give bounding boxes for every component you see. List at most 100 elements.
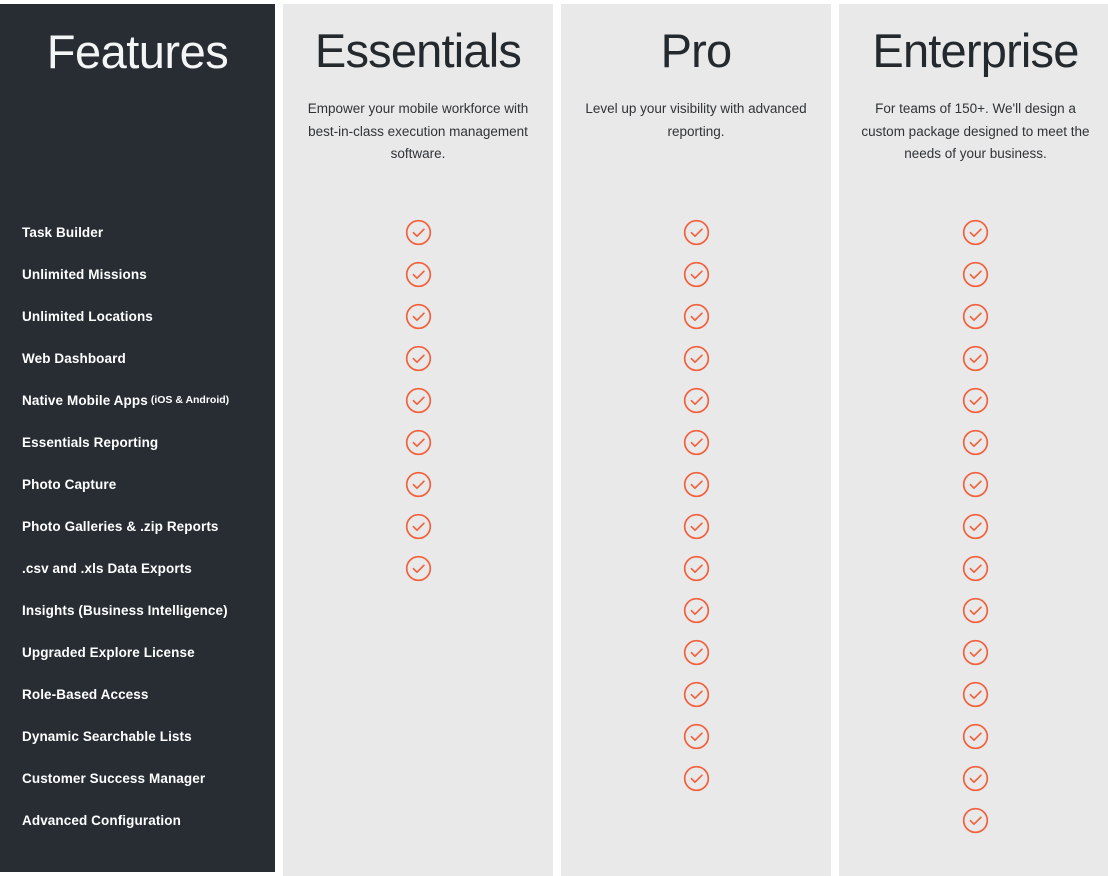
feature-row: Dynamic Searchable Lists	[0, 715, 275, 757]
plan-feature-cell	[283, 547, 553, 589]
plan-feature-cell	[561, 799, 831, 841]
feature-label-sub: (iOS & Android)	[150, 394, 230, 406]
check-circle-icon	[962, 219, 989, 245]
plan-feature-cell	[283, 337, 553, 379]
plan-feature-cell	[561, 379, 831, 421]
feature-label: Role-Based Access	[22, 686, 149, 702]
plan-feature-cell	[283, 379, 553, 421]
plan-checks-essentials	[283, 211, 553, 841]
check-circle-icon	[405, 345, 431, 371]
plan-feature-cell	[283, 673, 553, 715]
feature-label: Unlimited Locations	[22, 308, 153, 324]
check-circle-icon	[962, 471, 989, 497]
plan-feature-cell	[839, 673, 1108, 715]
pricing-comparison-table: Features Task Builder Unlimited Missions U…	[0, 0, 1108, 876]
plan-feature-cell	[839, 799, 1108, 841]
check-circle-icon	[962, 765, 989, 791]
feature-label: Customer Success Manager	[22, 770, 206, 786]
check-circle-icon	[683, 513, 709, 539]
plan-feature-cell	[283, 295, 553, 337]
plan-title-essentials: Essentials	[314, 24, 522, 77]
plan-column-essentials: Essentials Empower your mobile workforce…	[283, 4, 553, 876]
check-circle-icon	[962, 807, 989, 833]
features-list: Task Builder Unlimited Missions Unlimited …	[0, 211, 275, 841]
feature-label: Insights (Business Intelligence)	[22, 602, 228, 618]
feature-label: Advanced Configuration	[22, 812, 181, 828]
plan-feature-cell	[839, 337, 1108, 379]
plan-feature-cell	[283, 463, 553, 505]
check-circle-icon	[962, 345, 989, 371]
plan-feature-cell	[283, 505, 553, 547]
check-circle-icon	[405, 303, 431, 329]
check-circle-icon	[962, 429, 989, 455]
feature-row: Web Dashboard	[0, 337, 275, 379]
feature-row: Unlimited Locations	[0, 295, 275, 337]
feature-row: Photo Galleries & .zip Reports	[0, 505, 275, 547]
check-circle-icon	[683, 345, 709, 371]
feature-label: Essentials Reporting	[22, 434, 159, 450]
feature-row: Upgraded Explore License	[0, 631, 275, 673]
plan-feature-cell	[283, 211, 553, 253]
plan-feature-cell	[283, 799, 553, 841]
feature-label: Native Mobile Apps	[22, 392, 148, 408]
check-circle-icon	[405, 261, 431, 287]
feature-row: Essentials Reporting	[0, 421, 275, 463]
check-circle-icon	[683, 471, 709, 497]
plan-feature-cell	[561, 589, 831, 631]
feature-row: Role-Based Access	[0, 673, 275, 715]
check-circle-icon	[405, 219, 431, 245]
plan-feature-cell	[283, 589, 553, 631]
check-circle-icon	[962, 681, 989, 707]
feature-row: .csv and .xls Data Exports	[0, 547, 275, 589]
plan-feature-cell	[839, 421, 1108, 463]
plan-feature-cell	[561, 631, 831, 673]
check-circle-icon	[962, 513, 989, 539]
feature-label: Photo Capture	[22, 476, 117, 492]
plan-feature-cell	[561, 505, 831, 547]
feature-row: Insights (Business Intelligence)	[0, 589, 275, 631]
feature-row: Customer Success Manager	[0, 757, 275, 799]
check-circle-icon	[962, 303, 989, 329]
plan-feature-cell	[561, 295, 831, 337]
plan-feature-cell	[283, 421, 553, 463]
feature-label: Photo Galleries & .zip Reports	[22, 518, 219, 534]
feature-row: Task Builder	[0, 211, 275, 253]
feature-label: Web Dashboard	[22, 350, 126, 366]
feature-label: Task Builder	[22, 224, 104, 240]
plan-feature-cell	[839, 631, 1108, 673]
check-circle-icon	[962, 261, 989, 287]
plan-feature-cell	[561, 211, 831, 253]
plan-feature-cell	[561, 337, 831, 379]
features-column: Features Task Builder Unlimited Missions U…	[0, 4, 275, 872]
plan-feature-cell	[839, 253, 1108, 295]
check-circle-icon	[405, 387, 431, 413]
feature-row: Advanced Configuration	[0, 799, 275, 841]
check-circle-icon	[405, 471, 431, 497]
plan-feature-cell	[839, 547, 1108, 589]
plan-feature-cell	[839, 715, 1108, 757]
features-column-title: Features	[46, 25, 229, 78]
feature-row: Unlimited Missions	[0, 253, 275, 295]
check-circle-icon	[962, 555, 989, 581]
plan-title-enterprise: Enterprise	[872, 24, 1079, 77]
check-circle-icon	[405, 429, 431, 455]
plan-feature-cell	[839, 379, 1108, 421]
plan-feature-cell	[561, 757, 831, 799]
feature-label: .csv and .xls Data Exports	[22, 560, 192, 576]
plan-feature-cell	[283, 757, 553, 799]
plan-feature-cell	[561, 463, 831, 505]
check-circle-icon	[683, 303, 709, 329]
plan-checks-pro	[561, 211, 831, 841]
check-circle-icon	[683, 639, 709, 665]
feature-label: Upgraded Explore License	[22, 644, 195, 660]
check-circle-icon	[683, 219, 709, 245]
plan-column-pro: Pro Level up your visibility with advanc…	[561, 4, 831, 876]
plan-feature-cell	[561, 673, 831, 715]
plan-feature-cell	[283, 715, 553, 757]
plan-feature-cell	[839, 295, 1108, 337]
check-circle-icon	[683, 765, 709, 791]
plan-description-essentials: Empower your mobile workforce with best-…	[307, 101, 529, 162]
plan-feature-cell	[839, 463, 1108, 505]
plan-description-enterprise: For teams of 150+. We'll design a custom…	[861, 101, 1090, 162]
plan-feature-cell	[561, 547, 831, 589]
